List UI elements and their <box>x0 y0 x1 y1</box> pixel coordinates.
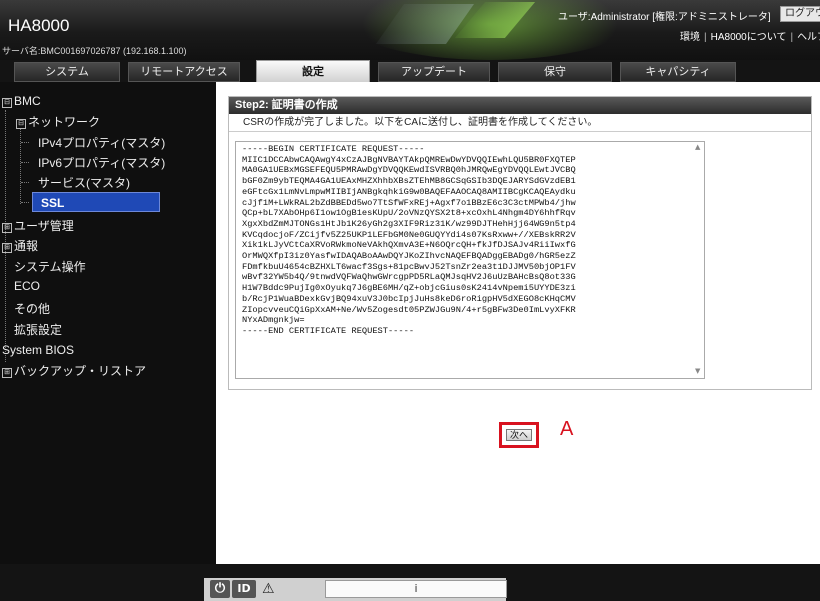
help-link[interactable]: ヘルプ <box>797 32 820 43</box>
next-button[interactable]: 次へ <box>506 429 532 441</box>
tab-capacity[interactable]: キャパシティ <box>620 62 736 82</box>
expand-icon[interactable]: ⊞ <box>2 243 12 253</box>
sidebar-item-eco[interactable]: ECO <box>14 279 40 293</box>
tab-system[interactable]: システム <box>14 62 120 82</box>
sidebar-item-label: バックアップ・リストア <box>14 364 147 378</box>
link-separator: | <box>704 32 707 43</box>
tree-line <box>20 128 21 204</box>
sidebar-item-ssl[interactable]: SSL <box>32 192 160 212</box>
sidebar-item-label: ネットワーク <box>28 115 101 129</box>
sidebar-item-user-management[interactable]: ⊞ ユーザ管理 <box>2 217 74 234</box>
id-button[interactable]: ID <box>232 580 256 598</box>
tab-settings[interactable]: 設定 <box>256 60 370 84</box>
next-button-highlight: 次へ <box>499 422 539 448</box>
sidebar-item-other[interactable]: その他 <box>14 300 50 317</box>
tab-update[interactable]: アップデート <box>378 62 490 82</box>
completion-message: CSRの作成が完了しました。以下をCAに送付し、証明書を作成してください。 <box>229 114 811 132</box>
brand-logo: HA8000 <box>8 16 70 35</box>
main-tabs: システム リモートアクセス 設定 アップデート 保守 キャパシティ <box>0 60 820 84</box>
csr-textarea[interactable]: -----BEGIN CERTIFICATE REQUEST----- MIIC… <box>235 141 705 379</box>
about-link[interactable]: HA8000について <box>711 32 787 43</box>
link-separator: | <box>790 32 794 43</box>
main-content: Step2: 証明書の作成 CSRの作成が完了しました。以下をCAに送付し、証明… <box>216 82 820 564</box>
tree-line <box>21 202 29 203</box>
tree-line <box>21 162 29 163</box>
environment-link[interactable]: 環境 <box>680 32 700 43</box>
server-name: サーバ名:BMC001697026787 (192.168.1.100) <box>2 46 187 56</box>
tree-line <box>5 110 6 362</box>
sidebar-item-bmc[interactable]: ⊟ BMC <box>2 94 41 108</box>
sidebar-item-system-operation[interactable]: システム操作 <box>14 258 86 275</box>
sidebar-item-service[interactable]: サービス(マスタ) <box>38 174 130 191</box>
sidebar-item-ipv4[interactable]: IPv4プロパティ(マスタ) <box>38 134 165 151</box>
sidebar-item-network[interactable]: ⊟ ネットワーク <box>16 113 100 130</box>
collapse-icon[interactable]: ⊟ <box>16 119 26 129</box>
step-title: Step2: 証明書の作成 <box>229 97 811 114</box>
tab-remote-access[interactable]: リモートアクセス <box>128 62 240 82</box>
sidebar-item-ipv6[interactable]: IPv6プロパティ(マスタ) <box>38 154 165 171</box>
sidebar-item-backup-restore[interactable]: ⊞ バックアップ・リストア <box>2 362 146 379</box>
expand-icon[interactable]: ⊞ <box>2 368 12 378</box>
collapse-icon[interactable]: ⊟ <box>2 98 12 108</box>
sidebar-item-system-bios[interactable]: System BIOS <box>2 343 74 357</box>
sidebar-item-label: BMC <box>14 94 41 108</box>
top-links: 環境|HA8000について|ヘルプ <box>680 28 820 43</box>
power-icon[interactable]: ⏻ <box>210 580 230 598</box>
sidebar-item-label: ユーザ管理 <box>14 219 74 233</box>
footer-bar: ⏻ ID ⚠ i <box>0 564 820 601</box>
callout-label: A <box>560 418 574 440</box>
scroll-up-arrow-icon[interactable]: ▲ <box>695 143 700 151</box>
scroll-down-arrow-icon[interactable]: ▼ <box>695 367 700 375</box>
user-info: ユーザ:Administrator [権限:アドミニストレータ] <box>558 12 771 23</box>
warning-icon[interactable]: ⚠ <box>262 580 275 598</box>
status-info: i <box>325 580 507 598</box>
expand-icon[interactable]: ⊞ <box>2 223 12 233</box>
sidebar-item-notification[interactable]: ⊞ 通報 <box>2 237 38 254</box>
tab-maintenance[interactable]: 保守 <box>498 62 612 82</box>
tree-line <box>21 142 29 143</box>
tree-line <box>21 182 29 183</box>
logout-button[interactable]: ログアウト <box>780 6 820 22</box>
csr-panel: Step2: 証明書の作成 CSRの作成が完了しました。以下をCAに送付し、証明… <box>228 96 812 390</box>
sidebar-item-extended-settings[interactable]: 拡張設定 <box>14 321 62 338</box>
header-bar: HA8000 サーバ名:BMC001697026787 (192.168.1.1… <box>0 0 820 60</box>
sidebar-item-label: 通報 <box>14 239 39 253</box>
sidebar: ⊟ BMC ⊟ ネットワーク IPv4プロパティ(マスタ) IPv6プロパティ(マス… <box>0 82 216 564</box>
